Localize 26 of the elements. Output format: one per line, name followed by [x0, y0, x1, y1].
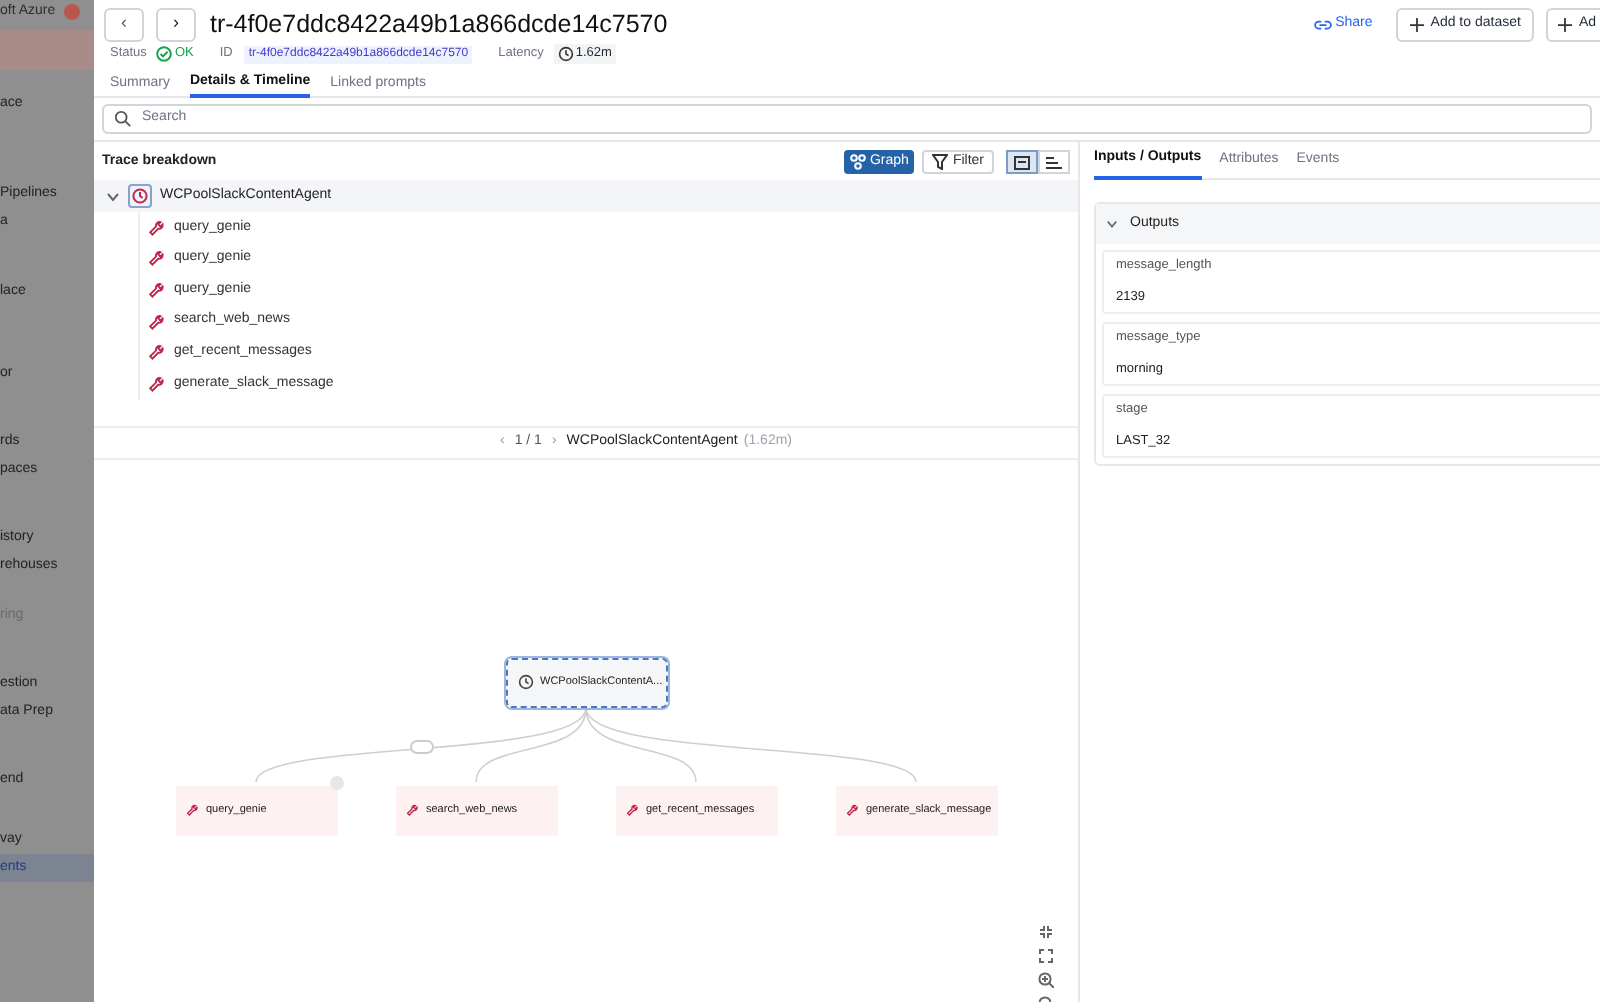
wrench-icon [406, 804, 418, 817]
timeline-icon [1046, 155, 1062, 169]
edge-label-pill [410, 739, 434, 754]
clock-icon [518, 674, 534, 691]
plus-icon [1410, 17, 1425, 31]
wrench-icon [626, 804, 638, 817]
collapse-icon[interactable] [1038, 923, 1054, 940]
node-badge [330, 775, 344, 790]
link-icon [1313, 17, 1332, 31]
avatar-icon [63, 4, 80, 20]
search-icon [114, 110, 132, 128]
plus-icon [1558, 17, 1573, 31]
view-toggle[interactable] [1006, 150, 1038, 174]
forward-button[interactable]: › [156, 7, 196, 41]
wrench-icon [186, 804, 198, 817]
expand-icon[interactable] [1038, 947, 1054, 964]
panel-icon [1014, 155, 1030, 169]
check-circle-icon [156, 46, 173, 62]
nodes-icon [849, 154, 866, 170]
clock-icon [557, 46, 574, 62]
zoom-in-icon[interactable] [1038, 971, 1054, 988]
wrench-icon [846, 804, 858, 817]
back-button[interactable]: ‹ [104, 7, 144, 41]
view-toggle[interactable] [1038, 150, 1070, 174]
trace-title: tr-4f0e7ddc8422a49b1a866dcde14c7570 [210, 7, 668, 42]
filter-icon [932, 154, 949, 170]
